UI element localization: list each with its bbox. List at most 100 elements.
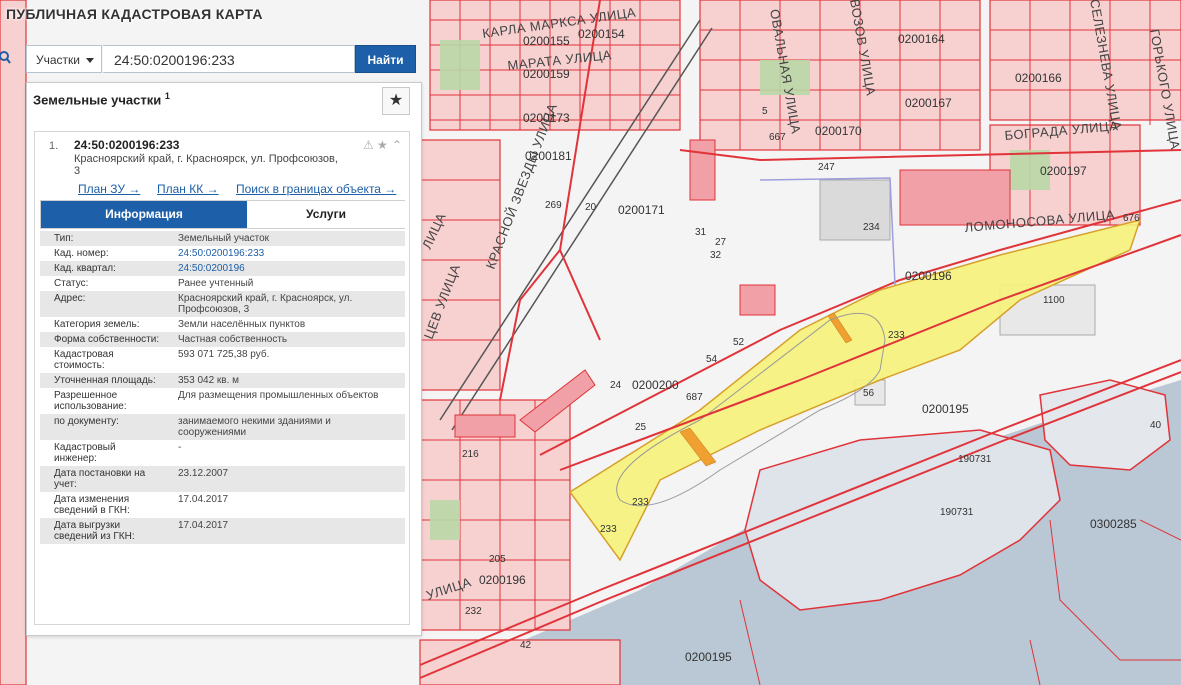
section-title-label: Земельные участки [33, 92, 162, 108]
attr-row: по документу: занимаемого некими зданиями… [40, 414, 405, 440]
quarter-label: 0200195 [922, 402, 969, 416]
parcel-label: 687 [686, 392, 703, 403]
attr-value: - [178, 442, 182, 453]
attr-value: 353 042 кв. м [178, 375, 240, 386]
result-address-line2: 3 [74, 165, 81, 177]
attr-key: Форма собственности: [54, 334, 160, 345]
quarter-label: 0200196 [479, 573, 526, 587]
quarter-label: 0200155 [523, 34, 570, 48]
result-address-line1: Красноярский край, г. Красноярск, ул. Пр… [74, 153, 338, 165]
search-input[interactable]: 24:50:0200196:233 [103, 45, 355, 73]
attr-row: Адрес: Красноярский край, г. Красноярск, … [40, 291, 405, 317]
parcel-label: 190731 [958, 454, 992, 465]
parcel-label: 232 [465, 606, 482, 617]
attr-key: Кадастровая стоимость: [54, 349, 114, 371]
quarter-label: 0200196 [905, 269, 952, 283]
attr-value: Ранее учтенный [178, 278, 254, 289]
link-plan-zu[interactable]: План ЗУ → [78, 182, 140, 196]
attr-row: Статус: Ранее учтенный [40, 276, 405, 291]
parcel-label: 269 [545, 200, 562, 211]
attr-key: Разрешенное использование: [54, 390, 127, 412]
attr-row: Дата выгрузки сведений из ГКН: 17.04.2017 [40, 518, 405, 544]
quarter-label: 0200197 [1040, 164, 1087, 178]
quarter-label: 0200195 [685, 650, 732, 664]
attr-key: Кадастровый инженер: [54, 442, 116, 464]
attr-row: Форма собственности: Частная собственност… [40, 332, 405, 347]
parcel-label: 667 [769, 132, 786, 143]
attr-row: Кадастровый инженер: - [40, 440, 405, 466]
star-icon: ★ [388, 92, 404, 109]
attr-row: Дата постановки на учет: 23.12.2007 [40, 466, 405, 492]
attr-row: Кадастровая стоимость: 593 071 725,38 руб… [40, 347, 405, 373]
results-panel: Земельные участки 1 ★ 1. 24:50:0200196:2… [26, 82, 422, 636]
quarter-label: 0200159 [523, 67, 570, 81]
parcel-label: 216 [462, 449, 479, 460]
attr-row: Уточненная площадь: 353 042 кв. м [40, 373, 405, 388]
attr-value: Частная собственность [178, 334, 288, 345]
app-title: ПУБЛИЧНАЯ КАДАСТРОВАЯ КАРТА [6, 6, 263, 22]
quarter-label: 0200166 [1015, 71, 1062, 85]
quarter-label: 0200173 [523, 111, 570, 125]
attr-key: Дата выгрузки сведений из ГКН: [54, 520, 135, 542]
attr-row: Дата изменения сведений в ГКН: 17.04.2017 [40, 492, 405, 518]
quarter-label: 0200200 [632, 378, 679, 392]
quarter-label: 0200170 [815, 124, 862, 138]
attr-value-link[interactable]: 24:50:0200196 [164, 261, 405, 276]
attr-key: по документу: [54, 416, 119, 427]
warning-icon[interactable]: ⚠ [363, 138, 374, 152]
attr-key: Уточненная площадь: [54, 375, 156, 386]
attr-value: 593 071 725,38 руб. [178, 349, 270, 360]
quarter-label: 0300285 [1090, 517, 1137, 531]
tab-services[interactable]: Услуги [247, 201, 405, 228]
parcel-label: 32 [710, 250, 722, 261]
attr-value: Красноярский край, г. Красноярск, ул. Пр… [178, 293, 353, 315]
parcel-label: 233 [632, 497, 649, 508]
result-number: 1. [49, 140, 59, 152]
quarter-label: 0200154 [578, 27, 625, 41]
attr-value: Земельный участок [178, 233, 270, 244]
attr-value: 17.04.2017 [178, 520, 229, 531]
parcel-label: 42 [520, 640, 532, 651]
parcel-label: 190731 [940, 507, 974, 518]
star-icon[interactable]: ★ [377, 138, 388, 152]
parcel-label: 24 [610, 380, 622, 391]
parcel-label: 25 [635, 422, 647, 433]
parcel-label: 233 [600, 524, 617, 535]
attr-value-link[interactable]: 24:50:0200196:233 [164, 246, 405, 261]
search-icon[interactable] [0, 50, 16, 66]
favorite-button[interactable]: ★ [382, 87, 410, 115]
parcel-label: 52 [733, 337, 745, 348]
attr-row: Разрешенное использование: Для размещения… [40, 388, 405, 414]
parcel-label: 40 [1150, 420, 1162, 431]
attr-value: Для размещения промышленных объектов [178, 390, 379, 401]
parcel-label: 31 [695, 227, 707, 238]
result-card: 1. 24:50:0200196:233 Красноярский край, … [34, 131, 410, 625]
result-cad-number[interactable]: 24:50:0200196:233 [74, 138, 179, 152]
parcel-label: 1100 [1043, 295, 1065, 306]
attr-row: Кад. номер: 24:50:0200196:233 [40, 246, 405, 261]
parcel-label: 20 [585, 202, 597, 213]
result-tabs: Информация Услуги [40, 200, 405, 229]
attr-value: 17.04.2017 [178, 494, 229, 505]
section-count: 1 [164, 91, 170, 101]
attr-row: Категория земель: Земли населённых пункто… [40, 317, 405, 332]
link-search-in-bounds[interactable]: Поиск в границах объекта → [236, 182, 396, 196]
attr-key: Кад. квартал: [54, 263, 116, 274]
result-address: Красноярский край, г. Красноярск, ул. Пр… [74, 153, 364, 177]
attr-value: 23.12.2007 [178, 468, 229, 479]
attr-key: Тип: [54, 233, 74, 244]
parcel-label: 247 [818, 162, 835, 173]
search-type-select[interactable]: Участки [26, 45, 102, 73]
quarter-label: 0200164 [898, 32, 945, 46]
search-type-label: Участки [36, 53, 80, 67]
find-button[interactable]: Найти [355, 45, 416, 73]
chevron-down-icon [86, 58, 94, 63]
attr-key: Статус: [54, 278, 89, 289]
attributes-table: Тип: Земельный участок Кад. номер: 24:50:0… [40, 231, 405, 544]
chevron-up-icon[interactable]: ⌃ [392, 138, 402, 152]
parcel-label: 205 [489, 554, 506, 565]
parcel-label: 54 [706, 354, 718, 365]
quarter-label: 0200171 [618, 203, 665, 217]
link-plan-kk[interactable]: План КК → [157, 182, 219, 196]
tab-information[interactable]: Информация [41, 201, 247, 228]
